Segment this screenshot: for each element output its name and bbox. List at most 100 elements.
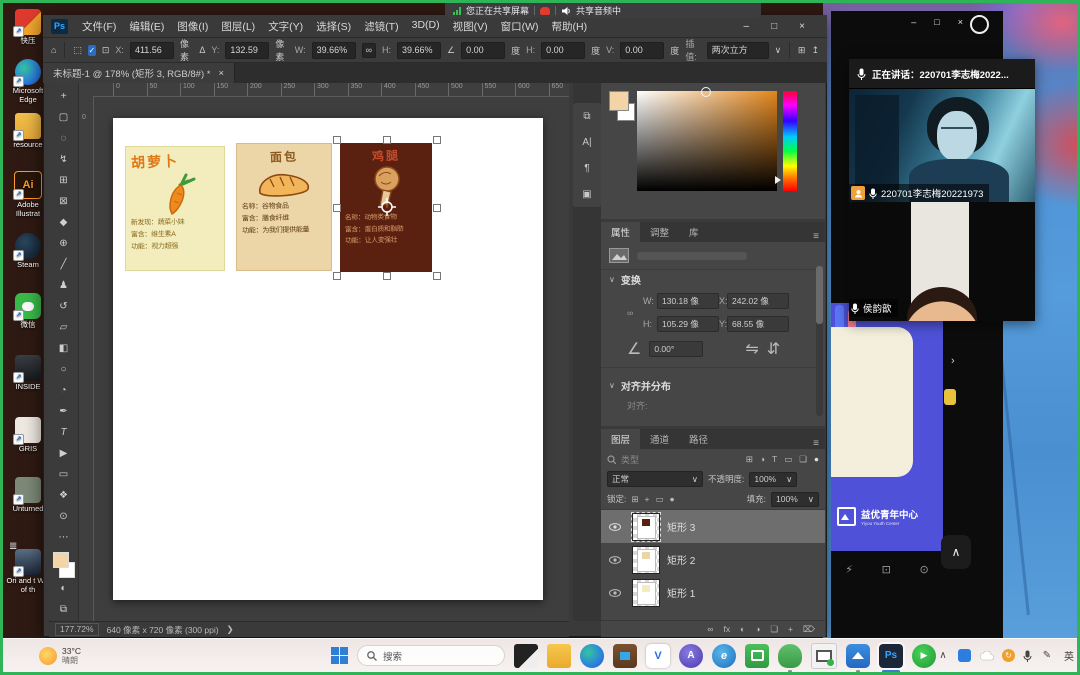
transform-reference-icon[interactable] (378, 198, 396, 216)
color-marker[interactable] (701, 87, 711, 97)
filter-pixel-icon[interactable]: ⊞ (746, 454, 753, 465)
panel-menu-icon[interactable]: ≡ (813, 438, 819, 449)
filter-smart-icon[interactable]: ❏ (799, 454, 807, 465)
quick-mask-icon[interactable]: ◐ (53, 578, 75, 599)
close-tab-icon[interactable]: × (218, 68, 224, 79)
type-tool[interactable]: T (53, 422, 75, 443)
layer-thumbnail[interactable] (632, 579, 660, 607)
video-tile-1[interactable]: 220701李志梅20221973 (849, 89, 1035, 202)
rectangle-tool[interactable]: ▭ (53, 464, 75, 485)
tab-properties[interactable]: 属性 (601, 222, 640, 242)
adjustment-layer-icon[interactable]: ◑ (755, 624, 760, 634)
menu-item[interactable]: 滤镜(T) (364, 19, 398, 34)
transform-handle[interactable] (433, 272, 441, 280)
frame-tool[interactable]: ⊠ (53, 191, 75, 212)
history-brush-tool[interactable]: ↺ (53, 296, 75, 317)
lasso-tool[interactable]: ◌ (53, 128, 75, 149)
filter-type-icon[interactable]: T (772, 454, 777, 465)
path-select-tool[interactable]: ▶ (53, 443, 75, 464)
delta-icon[interactable]: Δ (199, 45, 205, 55)
tab-channels[interactable]: 通道 (640, 429, 679, 449)
tb-photos[interactable] (846, 644, 870, 668)
mini-app-icon[interactable] (944, 389, 956, 405)
menu-item[interactable]: 图层(L) (221, 19, 255, 34)
home-icon[interactable]: ⌂ (51, 45, 56, 55)
layer-name[interactable]: 矩形 2 (667, 552, 695, 567)
flip-vertical-icon[interactable]: ⇵ (767, 339, 780, 359)
flash-icon[interactable]: ⚡ (845, 563, 853, 576)
layer-row-rect3[interactable]: 矩形 3 (601, 510, 825, 543)
hue-slider-arrow[interactable] (775, 176, 781, 184)
lock-all-icon[interactable]: ● (670, 494, 675, 505)
vskew-field[interactable]: 0.00 (620, 42, 664, 59)
layer-thumbnail[interactable] (632, 546, 660, 574)
mic-icon[interactable] (1023, 650, 1032, 662)
lock-position-icon[interactable]: ▭ (655, 494, 663, 505)
hskew-field[interactable]: 0.00 (541, 42, 585, 59)
layer-effects-icon[interactable]: fx (723, 624, 730, 634)
menu-item[interactable]: 3D(D) (412, 19, 440, 34)
onedrive-icon[interactable] (979, 651, 994, 661)
props-x-field[interactable]: 242.02 像 (727, 293, 789, 309)
layer-name[interactable]: 矩形 1 (667, 585, 695, 600)
tray-expand-icon[interactable]: ∧ (936, 650, 950, 661)
chevron-right-icon[interactable]: ❯ (227, 624, 234, 635)
tb-bag[interactable] (745, 644, 769, 668)
tb-dino[interactable] (778, 644, 802, 668)
tb-taskview[interactable] (514, 644, 538, 668)
fullscreen-icon[interactable]: ⊡ (882, 563, 891, 576)
tab-layers[interactable]: 图层 (601, 429, 640, 449)
chevron-down-icon[interactable]: ∨ (609, 275, 615, 284)
flip-horizontal-icon[interactable]: ⇋ (745, 339, 758, 359)
layer-filter-select[interactable]: 类型 (621, 453, 639, 466)
transform-handle[interactable] (383, 136, 391, 144)
props-angle-field[interactable]: 0.00° (649, 341, 703, 357)
screen-mode-icon[interactable]: ⧉ (53, 599, 75, 620)
panel-menu-icon[interactable]: ≡ (813, 231, 819, 242)
character-panel-icon[interactable]: A| (573, 129, 601, 155)
foreground-color-swatch[interactable] (53, 552, 69, 568)
eraser-tool[interactable]: ▱ (53, 317, 75, 338)
tab-paths[interactable]: 路径 (679, 429, 718, 449)
chevron-down-icon[interactable]: ∨ (609, 381, 615, 390)
tab-adjustments[interactable]: 调整 (640, 222, 679, 242)
crop-tool[interactable]: ⊞ (53, 170, 75, 191)
link-dimensions-icon[interactable]: ∞ (362, 43, 376, 58)
tb-player[interactable]: ▶ (912, 644, 936, 668)
transform-handle[interactable] (433, 204, 441, 212)
layer-row-rect2[interactable]: 矩形 2 (601, 543, 825, 576)
color-foreground-swatch[interactable] (609, 91, 629, 111)
fill-select[interactable]: 100%∨ (771, 492, 819, 507)
tb-voov[interactable]: V (646, 644, 670, 668)
chevron-right-icon[interactable]: › (951, 355, 955, 367)
x-position-field[interactable]: 411.56 (130, 42, 174, 59)
panel-scrollbar[interactable] (816, 266, 823, 416)
maximize-icon[interactable]: □ (771, 21, 777, 32)
delete-layer-icon[interactable]: ⌦ (803, 624, 815, 635)
width-field[interactable]: 39.66% (312, 42, 356, 59)
layer-group-icon[interactable]: ❏ (770, 624, 778, 635)
menu-item[interactable]: 文件(F) (82, 19, 116, 34)
rotate-field[interactable]: 0.00 (461, 42, 505, 59)
color-field[interactable] (637, 91, 777, 191)
lock-pixels-icon[interactable]: + (645, 494, 650, 505)
menu-item[interactable]: 图像(I) (177, 19, 208, 34)
menu-item[interactable]: 编辑(E) (129, 19, 164, 34)
ime-indicator[interactable]: 英 (1062, 648, 1076, 663)
layer-thumbnail[interactable] (632, 513, 660, 541)
taskbar-search[interactable]: 搜索 (357, 645, 505, 666)
toolbar-more[interactable]: ⋯ (53, 527, 75, 548)
menu-item[interactable]: 选择(S) (316, 19, 351, 34)
pen-tool[interactable]: ✒ (53, 401, 75, 422)
zoom-tool[interactable]: ⊙ (53, 506, 75, 527)
tb-explorer[interactable] (547, 644, 571, 668)
close-icon[interactable]: × (799, 21, 805, 32)
link-layers-icon[interactable]: ∞ (707, 624, 713, 634)
props-y-field[interactable]: 68.55 像 (727, 316, 789, 332)
menu-item[interactable]: 窗口(W) (501, 19, 539, 34)
layer-name[interactable]: 矩形 3 (667, 519, 695, 534)
hue-slider[interactable] (783, 91, 797, 191)
stamp-tool[interactable]: ♟ (53, 275, 75, 296)
clipboard-panel-icon[interactable]: ⧉ (573, 103, 601, 129)
close-icon[interactable]: × (958, 17, 963, 27)
